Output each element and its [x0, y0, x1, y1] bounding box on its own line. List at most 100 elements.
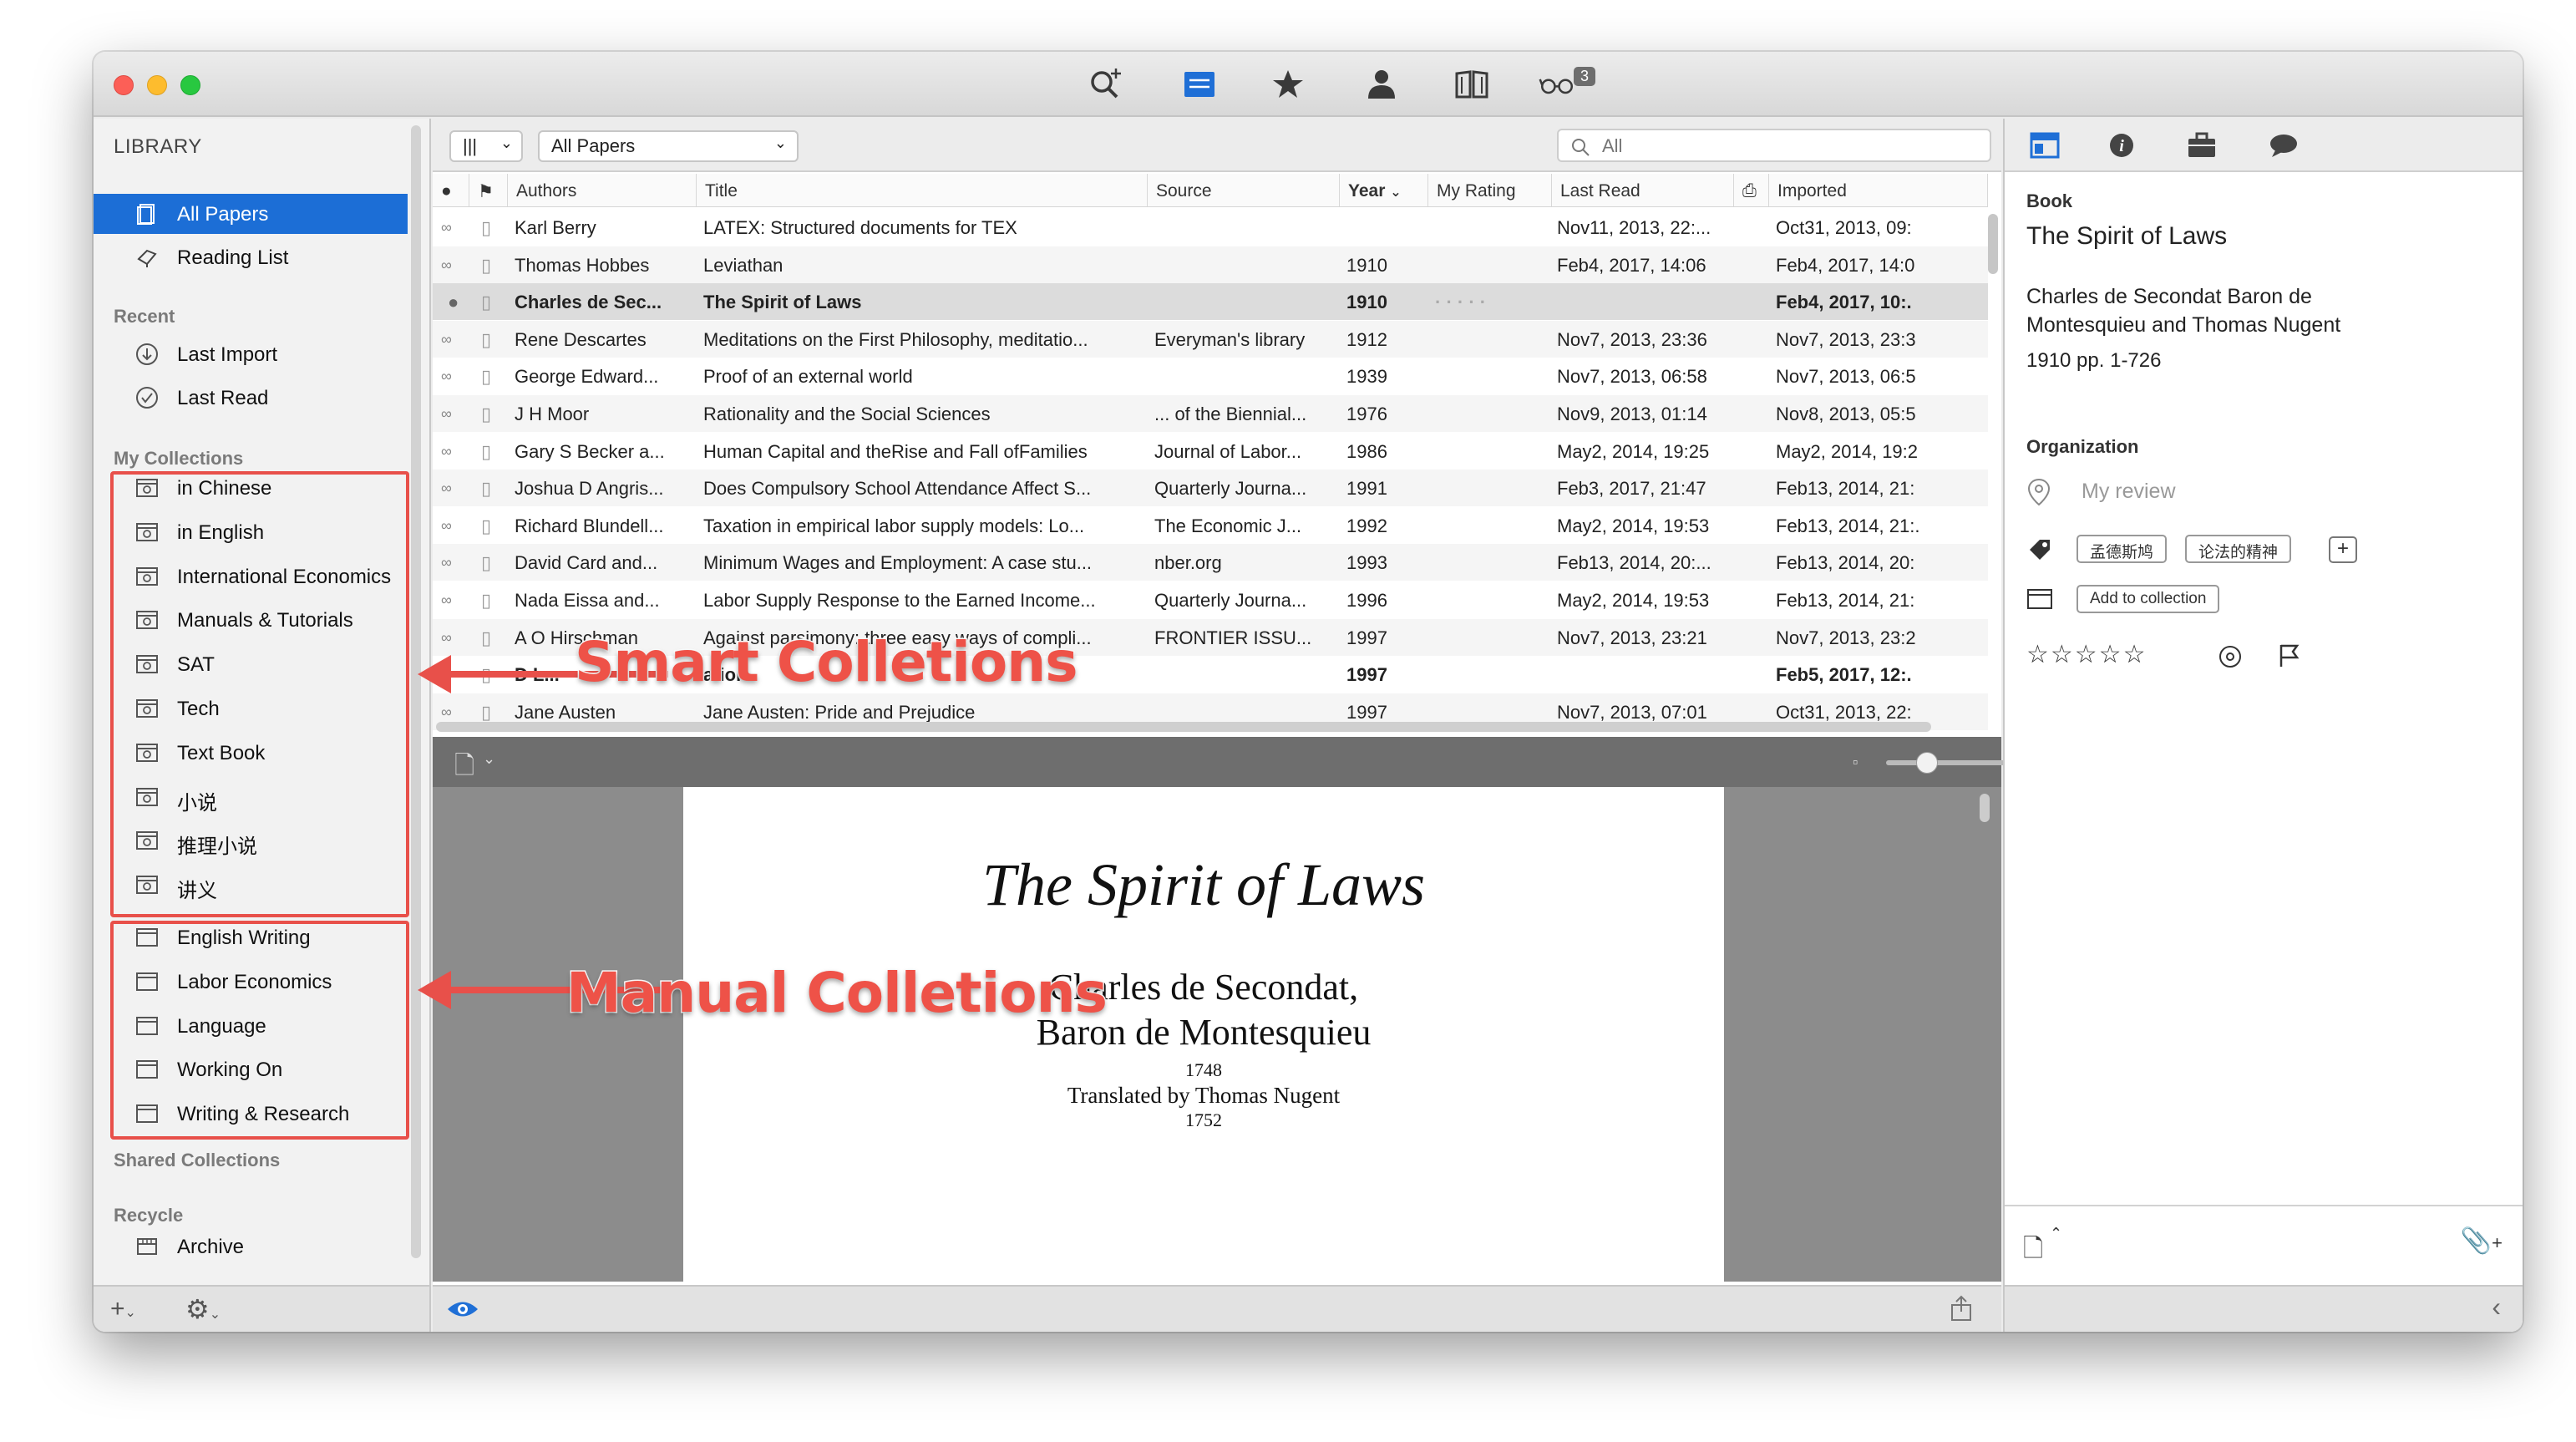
item-type-label: Book [2026, 190, 2072, 211]
cell-year: 1910 [1346, 254, 1387, 276]
glasses-icon: ∞ [441, 442, 452, 460]
briefcase-icon[interactable] [2187, 130, 2217, 159]
chevron-down-icon[interactable]: ⌄ [483, 750, 495, 768]
filter-popup-label: All Papers [551, 135, 636, 156]
sidebar-item-reading-list[interactable]: Reading List [94, 237, 408, 277]
cell-year: 1997 [1346, 664, 1387, 686]
authors-column-header[interactable]: Authors [508, 174, 697, 207]
search-plus-icon[interactable] [1084, 63, 1128, 104]
add-collection-button[interactable]: +⌄ [110, 1295, 136, 1323]
add-to-collection-button[interactable]: Add to collection [2077, 585, 2220, 613]
chat-bubble-icon[interactable] [2269, 132, 2299, 159]
info-icon[interactable]: i [2108, 132, 2135, 159]
person-icon[interactable] [1360, 63, 1403, 104]
table-row[interactable]: ∞ ▯ Rene Descartes Meditations on the First… [433, 320, 1988, 358]
recycle-section-title: Recycle [114, 1205, 184, 1226]
chevron-up-icon[interactable]: ⌃ [2050, 1225, 2062, 1242]
sidebar-item-label: Archive [177, 1236, 245, 1258]
review-field[interactable]: My review [2082, 480, 2176, 504]
table-horizontal-scrollbar[interactable] [436, 722, 1931, 732]
main-footer [433, 1285, 2001, 1332]
collection-list-icon[interactable] [1178, 63, 1221, 104]
cell-year: 1939 [1346, 366, 1387, 388]
preview-toolbar: 🗋 ⌄ ▫ 🗋 [433, 737, 2073, 790]
zoom-slider-knob[interactable] [1916, 752, 1938, 774]
star-icon[interactable] [1266, 63, 1310, 104]
table-row[interactable]: ∞ ▯ Karl Berry LATEX: Structured documents … [433, 209, 1988, 246]
glasses-icon: ∞ [441, 219, 452, 236]
glasses-icon: ∞ [441, 368, 452, 385]
pdf-title: The Spirit of Laws [981, 851, 1426, 918]
sidebar-item-all-papers[interactable]: All Papers [94, 194, 408, 234]
inspector-title[interactable]: The Spirit of Laws [2026, 222, 2227, 251]
cell-title: Meditations on the First Philosophy, med… [703, 328, 1088, 350]
add-tag-button[interactable]: + [2329, 536, 2357, 563]
star-rating[interactable]: ☆☆☆☆☆ [2026, 640, 2147, 669]
cell-rating: · · · · · [1435, 292, 1487, 313]
search-input[interactable] [1602, 135, 1970, 157]
details-tab-icon[interactable] [2030, 132, 2060, 159]
minimize-window-button[interactable] [147, 75, 167, 95]
table-row[interactable]: ∞ ▯ Gary S Becker a... Human Capital and th… [433, 433, 1988, 470]
table-row[interactable]: ∞ ▯ J H Moor Rationality and the Social Sci… [433, 395, 1988, 432]
tag-chip[interactable]: 孟德斯鸠 [2077, 535, 2168, 563]
print-column-header[interactable]: ⎙ [1734, 174, 1769, 207]
book-icon[interactable] [1450, 63, 1493, 104]
share-icon[interactable] [1950, 1295, 1973, 1322]
source-column-header[interactable]: Source [1148, 174, 1340, 207]
cell-authors: George Edward... [515, 366, 659, 388]
column-view-popup[interactable]: ||| ⌄ [449, 130, 523, 162]
sidebar-item-archive[interactable]: Archive [94, 1226, 408, 1267]
tag-chip[interactable]: 论法的精神 [2185, 535, 2292, 563]
title-column-header[interactable]: Title [697, 174, 1148, 207]
read-status-column-header[interactable]: ● [433, 174, 469, 207]
target-icon[interactable] [2219, 645, 2242, 668]
last-read-column-header[interactable]: Last Read [1552, 174, 1734, 207]
eye-icon[interactable] [446, 1297, 479, 1322]
filter-popup[interactable]: All Papers ⌄ [538, 130, 799, 162]
imported-column-header[interactable]: Imported [1769, 174, 1988, 207]
flag-column-header[interactable]: ⚑ [469, 174, 508, 207]
table-row[interactable]: ∞ ▯ Joshua D Angris... Does Compulsory Scho… [433, 470, 1988, 507]
collapse-chevron-icon[interactable]: ‹ [2492, 1292, 2501, 1323]
cell-authors: David Card and... [515, 552, 658, 574]
title-bar: 3 [94, 52, 2523, 117]
zoom-out-icon[interactable]: ▫ [1853, 754, 1858, 771]
cell-title: Does Compulsory School Attendance Affect… [703, 478, 1092, 500]
cell-authors: Nada Eissa and... [515, 590, 660, 611]
manual-collections-callout: Manual Colletions [565, 960, 1109, 1027]
sidebar-item-label: Reading List [177, 246, 289, 269]
library-header: LIBRARY [114, 135, 202, 158]
flag-icon[interactable] [2277, 643, 2300, 668]
table-row[interactable]: ∞ ▯ George Edward... Proof of an external w… [433, 358, 1988, 394]
document-type-icon: ▯ [481, 404, 492, 424]
table-row[interactable]: ∞ ▯ David Card and... Minimum Wages and Emp… [433, 544, 1988, 581]
add-attachment-icon[interactable]: 📎+ [2461, 1226, 2502, 1256]
table-vertical-scrollbar[interactable] [1988, 214, 1998, 274]
reading-list-icon [137, 249, 157, 267]
inspector-details[interactable]: 1910 pp. 1-726 [2026, 349, 2161, 373]
file-icon[interactable]: 🗋 [2023, 1230, 2043, 1272]
cell-year: 1912 [1346, 328, 1387, 350]
pdf-page: The Spirit of Laws Charles de Secondat, … [683, 787, 1724, 1282]
gear-icon[interactable]: ⚙⌄ [185, 1293, 221, 1325]
table-row[interactable]: ● ▯ Charles de Sec... The Spirit of Laws 191… [433, 283, 1988, 321]
table-row[interactable]: ∞ ▯ Thomas Hobbes Leviathan 1910 Feb4, 2017, … [433, 246, 1988, 283]
chevron-down-icon: ⌄ [209, 1307, 221, 1322]
inspector-authors[interactable]: Charles de Secondat Baron de Montesquieu… [2026, 282, 2411, 339]
search-field[interactable] [1557, 129, 1991, 162]
close-window-button[interactable] [114, 75, 134, 95]
preview-scrollbar[interactable] [1980, 794, 1990, 822]
table-row[interactable]: ∞ ▯ Richard Blundell... Taxation in empiric… [433, 507, 1988, 544]
tags-list: 孟德斯鸠 论法的精神 [2077, 535, 2360, 568]
zoom-window-button[interactable] [180, 75, 200, 95]
sidebar-item-last-import[interactable]: Last Import [94, 334, 408, 374]
sidebar-item-last-read[interactable]: Last Read [94, 378, 408, 418]
glasses-icon: ∞ [441, 480, 452, 497]
pdf-year2: 1752 [1185, 1109, 1222, 1130]
year-column-header[interactable]: Year ⌄ [1340, 174, 1428, 207]
document-icon[interactable]: 🗋 [454, 747, 474, 790]
cell-last-read: Feb13, 2014, 20:... [1557, 552, 1711, 574]
table-row[interactable]: ∞ ▯ Nada Eissa and... Labor Supply Response… [433, 581, 1988, 618]
rating-column-header[interactable]: My Rating [1428, 174, 1552, 207]
